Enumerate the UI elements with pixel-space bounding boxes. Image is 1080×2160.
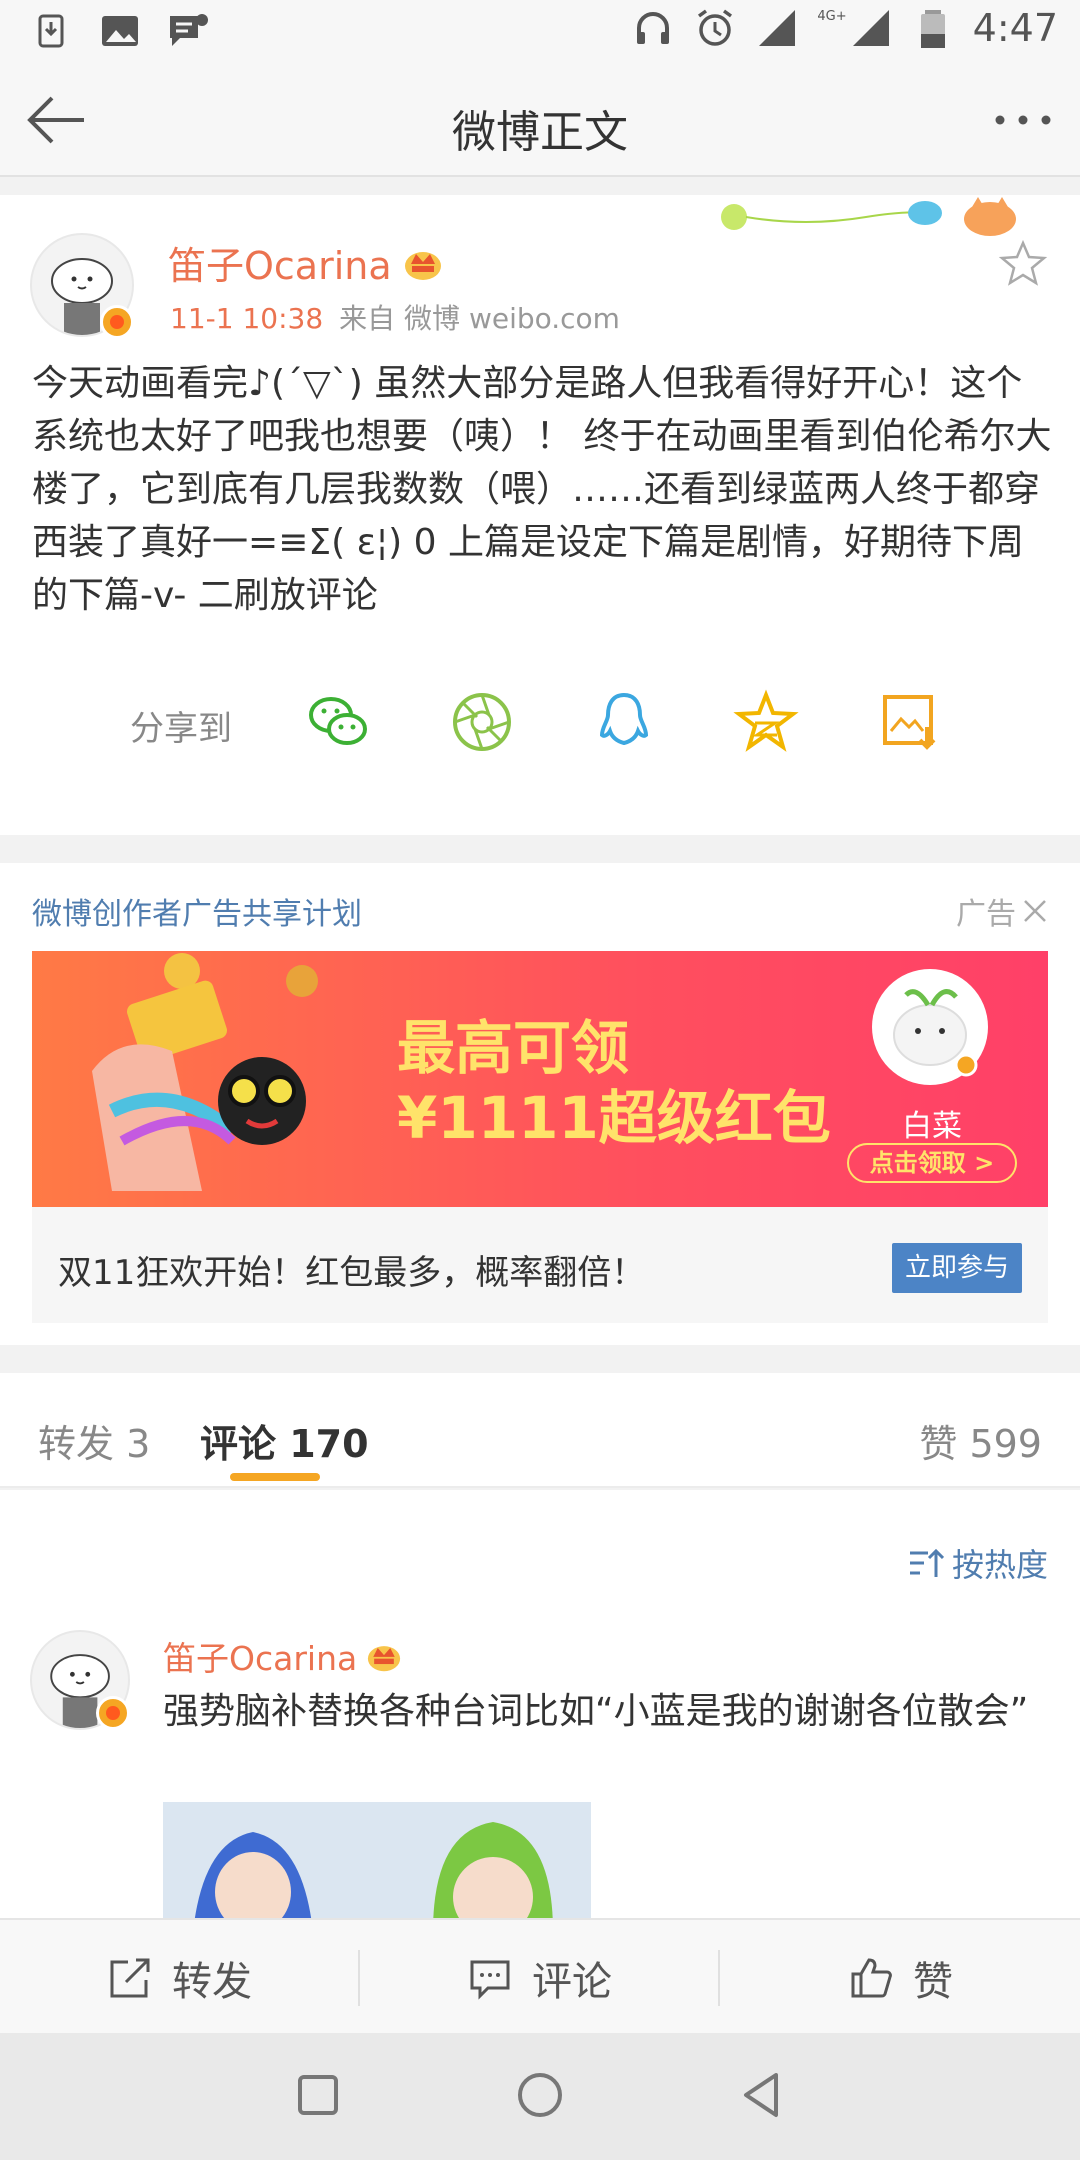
ad-join-button[interactable]: 立即参与 bbox=[892, 1243, 1022, 1293]
red-packet-illustration bbox=[92, 953, 318, 1191]
home-icon[interactable] bbox=[510, 2065, 570, 2125]
ad-program-title[interactable]: 微博创作者广告共享计划 bbox=[32, 889, 362, 933]
share-row: 分享到 bbox=[0, 685, 1080, 765]
repost-label: 转发 bbox=[172, 1958, 252, 2005]
ad-card: 微博创作者广告共享计划 广告 最高可领 ¥1111超级红包 白菜 点击领取 > … bbox=[0, 863, 1080, 1345]
wechat-icon[interactable] bbox=[305, 689, 371, 755]
tab-likes[interactable]: 赞 599 bbox=[919, 1413, 1042, 1468]
clock: 4:47 bbox=[972, 6, 1058, 50]
ad-description: 双11狂欢开始！红包最多，概率翻倍！ bbox=[58, 1253, 646, 1293]
post-author[interactable]: 笛子Ocarina bbox=[168, 235, 444, 290]
verified-badge-icon bbox=[96, 1696, 130, 1730]
ad-tag[interactable]: 广告 bbox=[956, 889, 1048, 933]
system-nav-bar bbox=[0, 2033, 1080, 2160]
crown-icon bbox=[404, 251, 441, 280]
comment-button[interactable]: 评论 bbox=[360, 1920, 718, 2035]
comment-image[interactable] bbox=[163, 1802, 591, 1932]
moments-icon[interactable] bbox=[449, 689, 515, 755]
back-icon[interactable] bbox=[732, 2065, 792, 2125]
recent-apps-icon[interactable] bbox=[288, 2065, 348, 2125]
comment-text: 强势脑补替换各种台词比如“小蓝是我的谢谢各位散会” bbox=[163, 1691, 1029, 1732]
ad-footer: 双11狂欢开始！红包最多，概率翻倍！ 立即参与 bbox=[32, 1207, 1048, 1323]
comment-label: 评论 bbox=[532, 1958, 612, 2005]
qzone-icon[interactable] bbox=[733, 689, 799, 755]
status-bar: 4G+ 4:47 bbox=[0, 0, 1080, 62]
share-label: 分享到 bbox=[130, 709, 232, 749]
close-icon[interactable] bbox=[1022, 898, 1048, 924]
ad-headline-line2: ¥1111超级红包 bbox=[397, 1084, 831, 1152]
favorite-star-icon[interactable] bbox=[998, 239, 1048, 289]
like-label: 赞 bbox=[913, 1958, 953, 2005]
sort-label: 按热度 bbox=[951, 1546, 1048, 1584]
post-tabs: 转发 3 评论 170 赞 599 bbox=[0, 1373, 1080, 1488]
post-body: 今天动画看完♪(´▽`) 虽然大部分是路人但我看得好开心！这个系统也太好了吧我也… bbox=[32, 363, 1052, 616]
page-title: 微博正文 bbox=[452, 107, 628, 158]
post-meta: 11-1 10:38 来自 微博 weibo.com bbox=[170, 297, 620, 337]
post-card: 笛子Ocarina 11-1 10:38 来自 微博 weibo.com 今天动画… bbox=[0, 195, 1080, 835]
qq-icon[interactable] bbox=[591, 689, 657, 755]
post-author-name: 笛子Ocarina bbox=[168, 244, 392, 288]
save-image-icon[interactable] bbox=[877, 689, 943, 755]
like-button[interactable]: 赞 bbox=[720, 1920, 1080, 2035]
comment-author-name: 笛子Ocarina bbox=[163, 1639, 358, 1678]
tab-repost[interactable]: 转发 3 bbox=[38, 1413, 150, 1468]
headphones-icon bbox=[637, 12, 670, 44]
ad-claim-button[interactable]: 点击领取 > bbox=[847, 1143, 1017, 1183]
network-type-label: 4G+ bbox=[817, 8, 847, 24]
download-notification-icon bbox=[38, 14, 64, 48]
bottom-action-bar: 转发 评论 赞 bbox=[0, 1918, 1080, 2033]
alarm-icon bbox=[698, 9, 733, 46]
message-notification-icon bbox=[170, 14, 208, 46]
comment-author[interactable]: 笛子Ocarina bbox=[163, 1632, 403, 1680]
post-source: 来自 微博 weibo.com bbox=[339, 302, 620, 335]
signal-4g-icon bbox=[852, 10, 889, 46]
repost-icon bbox=[110, 1958, 150, 1997]
signal-icon bbox=[759, 10, 796, 46]
gallery-notification-icon bbox=[102, 16, 138, 46]
crown-icon bbox=[368, 1646, 401, 1672]
sort-by-hot-button[interactable]: 按热度 bbox=[908, 1540, 1048, 1586]
ad-brand-name: 白菜 bbox=[902, 1109, 962, 1144]
ad-tag-label: 广告 bbox=[956, 897, 1016, 932]
comment-list: 按热度 笛子Ocarina 强势脑补替换各种台词比如“小蓝是我的谢谢各位散会” bbox=[0, 1490, 1080, 1932]
thumbs-up-icon bbox=[851, 1957, 892, 1997]
comment-icon bbox=[470, 1960, 510, 2000]
sleeping-cat-decoration bbox=[721, 197, 1016, 236]
active-tab-indicator bbox=[230, 1473, 320, 1481]
brand-mascot-avatar bbox=[872, 969, 988, 1085]
sort-icon bbox=[909, 1548, 944, 1577]
more-menu-icon[interactable] bbox=[988, 92, 1058, 148]
repost-button[interactable]: 转发 bbox=[0, 1920, 358, 2035]
app-header: 微博正文 bbox=[0, 62, 1080, 177]
tab-comments[interactable]: 评论 170 bbox=[200, 1413, 369, 1468]
post-time: 11-1 10:38 bbox=[170, 302, 324, 335]
ad-banner[interactable]: 最高可领 ¥1111超级红包 白菜 点击领取 > bbox=[32, 951, 1048, 1207]
battery-icon bbox=[920, 10, 945, 48]
verified-badge-icon bbox=[100, 305, 134, 339]
ad-headline-line1: 最高可领 bbox=[397, 1014, 630, 1082]
